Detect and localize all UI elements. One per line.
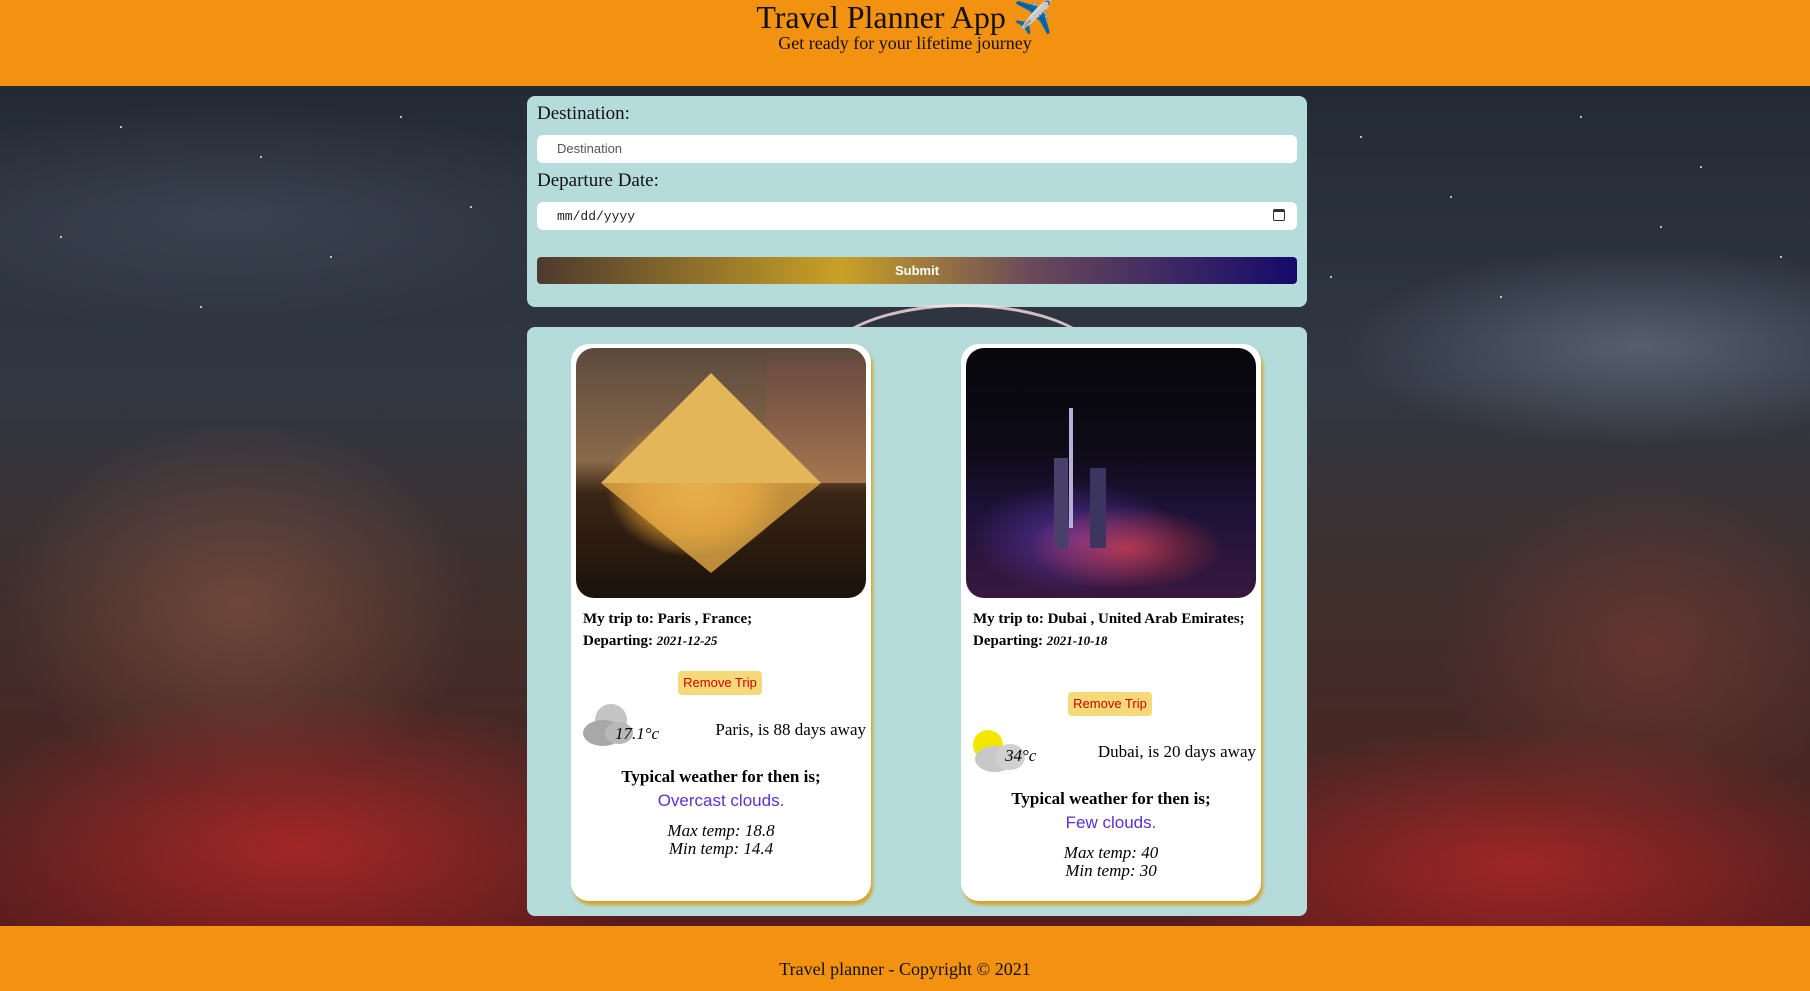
- days-away: Paris, is 88 days away: [715, 720, 866, 739]
- trip-prefix: My trip to:: [583, 611, 654, 627]
- trip-card: My trip to: Dubai , United Arab Emirates…: [961, 344, 1261, 901]
- typical-weather-label: Typical weather for then is;: [621, 767, 821, 786]
- temperature: 34°c: [1005, 746, 1037, 765]
- typical-weather-label: Typical weather for then is;: [1011, 789, 1211, 808]
- submit-button[interactable]: Submit: [537, 257, 1297, 284]
- trip-photo: [576, 348, 866, 598]
- temp-range: Max temp: 18.8 Min temp: 14.4: [571, 822, 871, 858]
- departing-label: Departing:: [583, 633, 653, 649]
- weather-description: Few clouds.: [1065, 813, 1157, 832]
- date-placeholder: mm/dd/yyyy: [557, 209, 636, 224]
- departure-date-input[interactable]: mm/dd/yyyy: [537, 202, 1297, 230]
- departing-date: 2021-12-25: [656, 633, 718, 648]
- app-subtitle: Get ready for your lifetime journey: [778, 33, 1032, 53]
- remove-trip-button[interactable]: Remove Trip: [678, 671, 762, 695]
- trip-photo: [966, 348, 1256, 598]
- app-title: Travel Planner App ✈️: [756, 0, 1054, 35]
- app-header: Travel Planner App ✈️ Get ready for your…: [0, 0, 1810, 86]
- destination-input[interactable]: Destination: [537, 135, 1297, 163]
- departure-date-label: Departure Date:: [537, 170, 659, 191]
- calendar-icon[interactable]: [1273, 209, 1285, 221]
- min-temp: Min temp: 30: [1065, 861, 1157, 880]
- temperature: 17.1°c: [615, 724, 660, 743]
- trips-panel: My trip to: Paris , France; Departing: 2…: [527, 327, 1307, 916]
- departing-label: Departing:: [973, 633, 1043, 649]
- trip-destination: Paris , France;: [657, 611, 753, 627]
- trip-destination: Dubai , United Arab Emirates;: [1047, 611, 1245, 627]
- max-temp: Max temp: 40: [1063, 843, 1159, 862]
- days-away: Dubai, is 20 days away: [1097, 742, 1256, 761]
- departing-date: 2021-10-18: [1046, 633, 1108, 648]
- trip-info: My trip to: Paris , France; Departing: 2…: [583, 609, 863, 652]
- min-temp: Min temp: 14.4: [668, 839, 774, 858]
- temp-range: Max temp: 40 Min temp: 30: [961, 844, 1261, 880]
- remove-trip-button[interactable]: Remove Trip: [1068, 692, 1152, 716]
- footer: Travel planner - Copyright © 2021: [0, 926, 1810, 991]
- weather-description: Overcast clouds.: [657, 791, 785, 810]
- trip-form: Destination: Destination Departure Date:…: [527, 96, 1307, 307]
- destination-label: Destination:: [537, 103, 630, 124]
- trip-card: My trip to: Paris , France; Departing: 2…: [571, 344, 871, 901]
- max-temp: Max temp: 18.8: [667, 821, 775, 840]
- footer-text: Travel planner - Copyright © 2021: [779, 959, 1031, 979]
- trip-prefix: My trip to:: [973, 611, 1044, 627]
- trip-info: My trip to: Dubai , United Arab Emirates…: [973, 609, 1253, 652]
